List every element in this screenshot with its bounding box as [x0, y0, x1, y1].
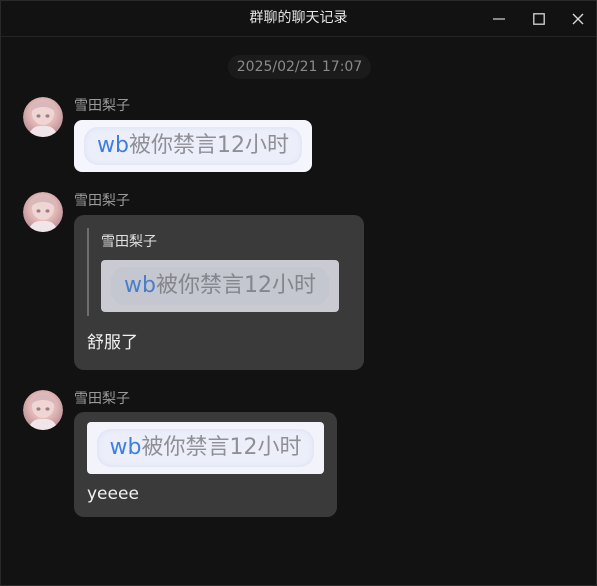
- quoted-image-card[interactable]: wb被你禁言12小时: [101, 260, 339, 312]
- image-card[interactable]: wb被你禁言12小时: [74, 120, 312, 172]
- timestamp-divider: 2025/02/21 17:07: [228, 55, 371, 79]
- minimize-button[interactable]: [486, 6, 512, 32]
- sender-name: 雪田梨子: [74, 193, 130, 209]
- wb-label: wb: [97, 133, 129, 158]
- image-card[interactable]: wb被你禁言12小时: [87, 422, 324, 474]
- close-button[interactable]: [565, 6, 591, 32]
- quoted-sender-name: 雪田梨子: [101, 234, 157, 250]
- avatar[interactable]: [23, 97, 63, 137]
- title-bar: 群聊的聊天记录: [1, 1, 596, 37]
- avatar[interactable]: [23, 192, 63, 232]
- message-bubble[interactable]: 雪田梨子 wb被你禁言12小时 舒服了: [74, 215, 364, 370]
- card-caption: 被你禁言12小时: [128, 133, 289, 158]
- card-caption: 被你禁言12小时: [141, 435, 302, 460]
- minimize-icon: [493, 18, 505, 20]
- image-card-text: wb被你禁言12小时: [87, 435, 324, 461]
- card-caption: 被你禁言12小时: [155, 273, 316, 298]
- message-text: yeeee: [87, 484, 139, 504]
- sender-name: 雪田梨子: [74, 391, 130, 407]
- quote-bar: [87, 228, 89, 316]
- avatar[interactable]: [23, 390, 63, 430]
- maximize-icon: [533, 13, 545, 25]
- wb-label: wb: [109, 435, 142, 460]
- chat-history-window: 群聊的聊天记录 2025/02/21 17:07 雪田梨子 wb被你禁言12小时…: [0, 0, 597, 586]
- message-bubble[interactable]: wb被你禁言12小时 yeeee: [74, 412, 337, 517]
- quoted-image-card-text: wb被你禁言12小时: [101, 273, 339, 299]
- message-text: 舒服了: [87, 333, 138, 353]
- image-card-text: wb被你禁言12小时: [74, 133, 312, 159]
- sender-name: 雪田梨子: [74, 98, 130, 114]
- close-icon: [572, 13, 584, 25]
- wb-label: wb: [124, 273, 156, 298]
- maximize-button[interactable]: [526, 6, 552, 32]
